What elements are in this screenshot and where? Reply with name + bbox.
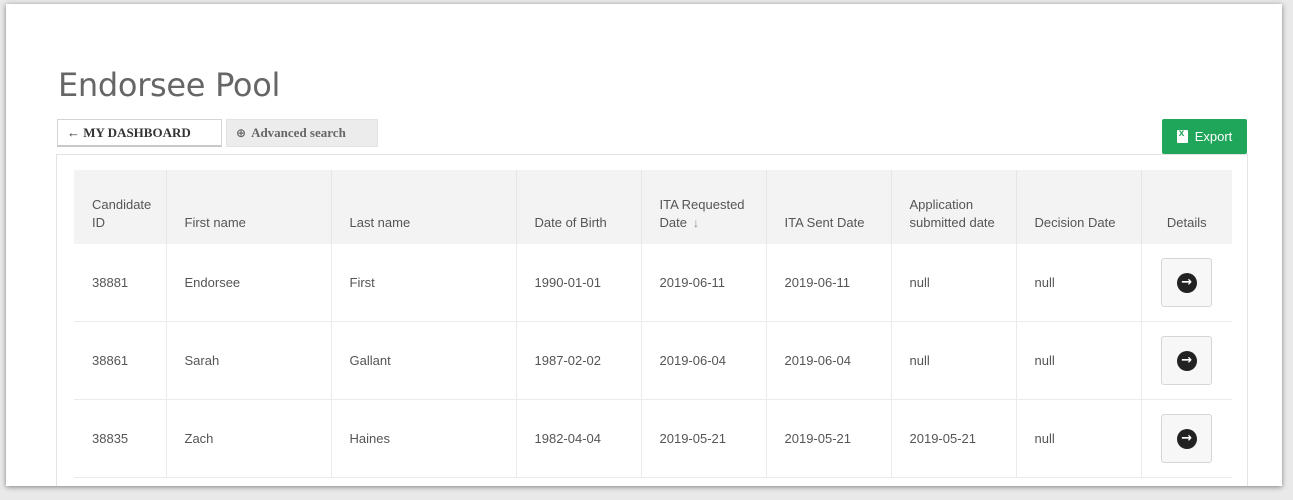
arrow-right-circle-icon: → (1176, 272, 1197, 293)
cell-date-of-birth: 1990-01-01 (516, 244, 642, 322)
cell-last-name: First (331, 244, 517, 322)
cell-ita-requested-date: 2019-05-21 (641, 399, 767, 478)
page-title: Endorsee Pool (58, 66, 281, 104)
column-header-last-name[interactable]: Last name (331, 170, 517, 244)
details-button[interactable]: → (1161, 258, 1213, 307)
column-header-ita-sent-date[interactable]: ITA Sent Date (766, 170, 892, 244)
cell-last-name: Gallant (331, 321, 517, 400)
cell-first-name: Sarah (166, 321, 332, 400)
advanced-search-label: Advanced search (251, 125, 346, 140)
table-header-row: Candidate ID First name Last name Date o… (74, 170, 1232, 244)
cell-first-name: Zach (166, 399, 332, 478)
cell-first-name: Endorsee (166, 244, 332, 322)
advanced-search-button[interactable]: ⊕ Advanced search (226, 119, 378, 147)
ita-requested-header-label: ITA Requested Date (659, 197, 745, 230)
details-button[interactable]: → (1161, 414, 1213, 463)
cell-decision-date: null (1016, 399, 1142, 478)
table-row: 38835 Zach Haines 1982-04-04 2019-05-21 … (74, 399, 1232, 478)
table-row: 38881 Endorsee First 1990-01-01 2019-06-… (74, 244, 1232, 322)
column-header-application-submitted-date[interactable]: Application submitted date (891, 170, 1017, 244)
column-header-date-of-birth[interactable]: Date of Birth (516, 170, 642, 244)
cell-candidate-id: 38881 (74, 244, 167, 322)
cell-details: → (1141, 321, 1232, 400)
arrow-right-circle-icon: → (1176, 428, 1197, 449)
cell-candidate-id: 38835 (74, 399, 167, 478)
cell-candidate-id: 38861 (74, 321, 167, 400)
export-label: Export (1194, 129, 1233, 144)
cell-ita-requested-date: 2019-06-04 (641, 321, 767, 400)
column-header-candidate-id[interactable]: Candidate ID (74, 170, 167, 244)
column-header-details: Details (1141, 170, 1232, 244)
table-row: 38861 Sarah Gallant 1987-02-02 2019-06-0… (74, 321, 1232, 400)
cell-ita-requested-date: 2019-06-11 (641, 244, 767, 322)
cell-application-submitted-date: null (891, 244, 1017, 322)
cell-ita-sent-date: 2019-06-04 (766, 321, 892, 400)
cell-date-of-birth: 1987-02-02 (516, 321, 642, 400)
my-dashboard-button[interactable]: ← MY DASHBOARD (57, 119, 222, 147)
export-button[interactable]: Export (1162, 119, 1247, 154)
app-window: Endorsee Pool ← MY DASHBOARD ⊕ Advanced … (6, 4, 1282, 486)
arrow-right-circle-icon: → (1176, 350, 1197, 371)
cell-date-of-birth: 1982-04-04 (516, 399, 642, 478)
cell-ita-sent-date: 2019-06-11 (766, 244, 892, 322)
dashboard-label: ← MY DASHBOARD (67, 124, 191, 140)
cell-decision-date: null (1016, 244, 1142, 322)
cell-application-submitted-date: null (891, 321, 1017, 400)
cell-details: → (1141, 399, 1232, 478)
cell-decision-date: null (1016, 321, 1142, 400)
column-header-ita-requested-date[interactable]: ITA Requested Date ↓ (641, 170, 767, 244)
cell-last-name: Haines (331, 399, 517, 478)
column-header-decision-date[interactable]: Decision Date (1016, 170, 1142, 244)
endorsee-table: Candidate ID First name Last name Date o… (74, 170, 1232, 478)
details-button[interactable]: → (1161, 336, 1213, 385)
zoom-icon: ⊕ (236, 126, 247, 140)
cell-details: → (1141, 244, 1232, 322)
cell-application-submitted-date: 2019-05-21 (891, 399, 1017, 478)
cell-ita-sent-date: 2019-05-21 (766, 399, 892, 478)
sort-descending-icon: ↓ (692, 216, 699, 230)
column-header-first-name[interactable]: First name (166, 170, 332, 244)
excel-icon (1176, 128, 1188, 143)
